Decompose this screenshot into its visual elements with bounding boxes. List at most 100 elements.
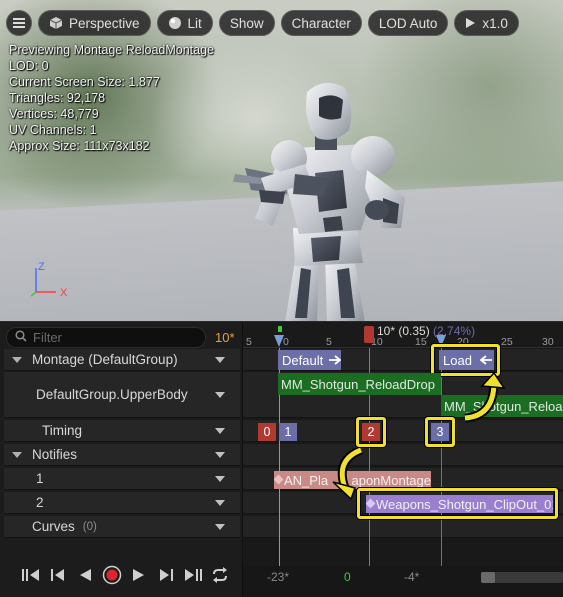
section-line	[441, 348, 442, 588]
timeline-row-bg	[243, 444, 563, 466]
diamond-icon	[274, 474, 284, 485]
timing-marker[interactable]: 1	[279, 423, 297, 441]
timeline-area[interactable]: 5 0 5 10 15 20 25 30 10* (0.35) (2.74%)	[243, 322, 563, 597]
chevron-down-icon[interactable]	[215, 499, 225, 506]
viewport-stats: Previewing Montage ReloadMontage LOD: 0 …	[9, 42, 214, 154]
timeline-row-bg	[243, 516, 563, 538]
stat-uv-channels: UV Channels: 1	[9, 123, 97, 137]
play-icon	[465, 17, 476, 29]
track-row-notify-1[interactable]: 1	[4, 468, 240, 490]
highlight-clipout-notify	[357, 488, 558, 519]
montage-label: Montage (DefaultGroup)	[32, 352, 178, 367]
track-row-timing[interactable]: Timing	[4, 420, 240, 442]
scrollbar-thumb[interactable]	[481, 572, 495, 583]
ruler-tick-label: 5	[326, 336, 332, 348]
transport-controls	[18, 564, 232, 588]
to-start-button[interactable]	[18, 564, 43, 588]
chevron-down-icon[interactable]	[215, 475, 225, 482]
preview-viewport[interactable]: Perspective Lit Show Character LOD Auto …	[0, 0, 563, 322]
curves-count: (0)	[82, 520, 97, 533]
chevron-down-icon[interactable]	[215, 427, 225, 434]
show-button[interactable]: Show	[218, 10, 275, 36]
track-row-slot[interactable]: DefaultGroup.UpperBody	[4, 372, 240, 418]
notify-track-1-label: 1	[36, 471, 44, 486]
slot-label: DefaultGroup.UpperBody	[36, 387, 188, 402]
timing-marker[interactable]: 0	[258, 423, 276, 441]
skip-to-end-icon	[183, 568, 203, 585]
track-row-montage[interactable]: Montage (DefaultGroup)	[4, 349, 240, 371]
collapse-arrow-icon[interactable]	[12, 356, 22, 363]
notifies-label: Notifies	[32, 447, 78, 462]
segment-reload-drop[interactable]: MM_Shotgun_ReloadDrop	[278, 373, 441, 395]
stat-lod: LOD: 0	[9, 59, 49, 73]
step-back-icon	[50, 568, 66, 585]
chevron-down-icon[interactable]	[215, 356, 225, 363]
cube-icon	[49, 16, 63, 30]
section-default-label: Default	[282, 352, 324, 368]
section-marker-icon[interactable]	[274, 335, 284, 349]
timing-label: Timing	[42, 423, 83, 438]
notify-first-visible-label: AN_Pla	[284, 472, 329, 488]
lit-label: Lit	[187, 15, 202, 31]
lit-button[interactable]: Lit	[156, 10, 213, 36]
character-mesh[interactable]	[215, 78, 425, 322]
track-row-notifies[interactable]: Notifies	[4, 444, 240, 466]
viewport-toolbar: Perspective Lit Show Character LOD Auto …	[6, 10, 519, 36]
ruler-tick-label: 30	[542, 336, 554, 348]
speed-label: x1.0	[482, 15, 508, 31]
track-list: 10* Montage (DefaultGroup) DefaultGroup.…	[0, 322, 243, 597]
track-row-notify-2[interactable]: 2	[4, 492, 240, 514]
stat-screen-size: Current Screen Size: 1.877	[9, 75, 160, 89]
axis-x-label: X	[60, 287, 68, 299]
hamburger-icon	[13, 16, 25, 31]
perspective-label: Perspective	[69, 15, 140, 31]
perspective-button[interactable]: Perspective	[38, 10, 151, 36]
time-ruler[interactable]: 5 0 5 10 15 20 25 30 10* (0.35) (2.74%)	[243, 322, 563, 348]
play-reverse-icon	[78, 568, 92, 585]
range-end[interactable]: -4*	[404, 570, 419, 584]
highlight-timing-3	[425, 417, 455, 447]
arrow-right-icon	[329, 353, 342, 368]
montage-editor-panel: 10* Montage (DefaultGroup) DefaultGroup.…	[0, 322, 563, 597]
character-label: Character	[291, 15, 351, 31]
collapse-arrow-icon[interactable]	[12, 451, 22, 458]
loop-icon	[211, 566, 229, 586]
arrow-curve-icon	[464, 372, 506, 423]
step-back-button[interactable]	[45, 564, 70, 588]
chevron-down-icon[interactable]	[215, 523, 225, 530]
step-forward-button[interactable]	[153, 564, 178, 588]
playhead-time-label: 10* (0.35) (2.74%)	[377, 324, 476, 338]
lod-button[interactable]: LOD Auto	[367, 10, 449, 36]
ruler-tick-label: 5	[246, 336, 252, 348]
play-button[interactable]	[126, 564, 151, 588]
filter-input[interactable]	[33, 330, 193, 345]
range-start[interactable]: -23*	[267, 570, 289, 584]
highlight-timing-2	[356, 417, 386, 447]
lod-label: LOD Auto	[378, 15, 438, 31]
segment-reload-drop-label: MM_Shotgun_ReloadDrop	[281, 376, 435, 392]
scrub-handle[interactable]	[364, 326, 374, 343]
record-icon	[102, 565, 122, 588]
chevron-down-icon[interactable]	[215, 391, 225, 398]
step-forward-icon	[158, 568, 174, 585]
track-row-curves[interactable]: Curves (0)	[4, 516, 240, 538]
chevron-down-icon[interactable]	[215, 451, 225, 458]
stat-vertices: Vertices: 48,779	[9, 107, 99, 121]
track-filter[interactable]	[6, 327, 206, 348]
timeline-scrollbar[interactable]	[481, 572, 563, 583]
notify-track-2-label: 2	[36, 495, 44, 510]
section-default[interactable]: Default	[278, 350, 342, 370]
axis-z-label: Z	[38, 261, 45, 273]
loop-button[interactable]	[207, 564, 232, 588]
record-button[interactable]	[99, 564, 124, 588]
play-reverse-button[interactable]	[72, 564, 97, 588]
viewport-menu-button[interactable]	[6, 10, 32, 36]
ruler-tick-label: 25	[501, 336, 513, 348]
arrow-curve-icon	[332, 448, 363, 500]
stat-triangles: Triangles: 92,178	[9, 91, 106, 105]
playback-speed-button[interactable]: x1.0	[454, 10, 519, 36]
to-end-button[interactable]	[180, 564, 205, 588]
start-marker	[278, 326, 282, 332]
character-button[interactable]: Character	[280, 10, 362, 36]
range-current[interactable]: 0	[344, 570, 351, 584]
